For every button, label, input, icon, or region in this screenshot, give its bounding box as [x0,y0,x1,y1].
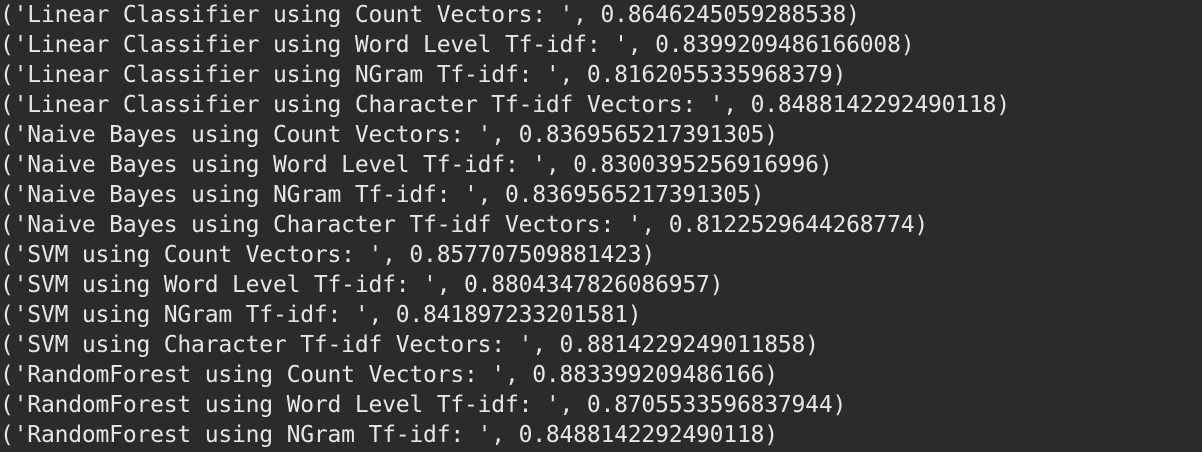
output-line: ('SVM using Count Vectors: ', 0.85770750… [0,242,656,268]
output-line: ('SVM using NGram Tf-idf: ', 0.841897233… [0,302,642,328]
output-line: ('Linear Classifier using Count Vectors:… [0,2,860,28]
output-line: ('RandomForest using Word Level Tf-idf: … [0,392,847,418]
output-line: ('Naive Bayes using Word Level Tf-idf: '… [0,152,833,178]
output-line: ('RandomForest using Count Vectors: ', 0… [0,362,778,388]
output-line: ('SVM using Word Level Tf-idf: ', 0.8804… [0,272,724,298]
output-line: ('Linear Classifier using Character Tf-i… [0,92,1010,118]
output-line: ('Naive Bayes using Count Vectors: ', 0.… [0,122,778,148]
output-line: ('Linear Classifier using NGram Tf-idf: … [0,62,847,88]
output-line: ('SVM using Character Tf-idf Vectors: ',… [0,332,819,358]
terminal-output: ('Linear Classifier using Count Vectors:… [0,0,1202,452]
output-line: ('RandomForest using NGram Tf-idf: ', 0.… [0,422,778,448]
output-line: ('Linear Classifier using Word Level Tf-… [0,32,915,58]
output-line: ('Naive Bayes using Character Tf-idf Vec… [0,212,929,238]
output-line: ('Naive Bayes using NGram Tf-idf: ', 0.8… [0,182,765,208]
